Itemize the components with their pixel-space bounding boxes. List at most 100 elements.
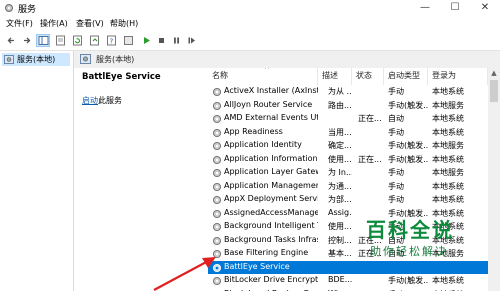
menu-help[interactable]: 帮助(H): [110, 18, 138, 29]
window-title: 服务: [18, 5, 37, 15]
help-icon[interactable]: ?: [104, 34, 118, 47]
menu-action[interactable]: 操作(A): [40, 18, 68, 29]
service-gear-icon: [212, 236, 222, 245]
service-name-cell: BitLocker Drive Encryptio...: [224, 275, 318, 284]
forward-icon[interactable]: [19, 34, 33, 47]
menu-file[interactable]: 文件(F): [6, 18, 33, 29]
scroll-up-icon[interactable]: ▲: [488, 68, 500, 78]
service-logon-cell: 本地系统: [432, 154, 464, 164]
selected-service-name: BattlEye Service: [82, 72, 161, 82]
toolbar: ?: [0, 32, 500, 51]
service-gear-icon: [212, 141, 222, 151]
pause-icon[interactable]: [169, 34, 183, 47]
service-row[interactable]: Application Information 使用... 正在... 手动(触发..…: [208, 153, 488, 167]
service-desc-cell: 控制...: [328, 235, 352, 245]
service-row[interactable]: AppX Deployment Servic... 为部... 手动 本地系统: [208, 193, 488, 207]
service-desc-cell: 路由...: [328, 100, 352, 110]
header-label: 服务(本地): [96, 55, 135, 64]
service-startup-cell: 手动(触发...: [388, 276, 428, 285]
service-logon-cell: 本地系统: [432, 276, 464, 285]
minimize-icon[interactable]: —: [410, 0, 440, 16]
service-gear-icon: [212, 101, 222, 110]
service-desc-cell: 当用...: [328, 127, 352, 137]
service-desc-cell: 为通...: [328, 181, 352, 191]
service-desc-cell: 为 In...: [328, 168, 352, 177]
stop-icon[interactable]: [154, 34, 168, 47]
service-gear-icon: [212, 87, 222, 97]
service-desc-cell: BDE...: [328, 275, 352, 284]
service-logon-cell: 本地系统: [432, 127, 464, 137]
service-row[interactable]: App Readiness 当用... 手动 本地系统: [208, 126, 488, 140]
title-bar: 服务 — ☐ ✕: [0, 0, 500, 16]
restart-icon[interactable]: [184, 34, 198, 47]
service-gear-icon: [212, 222, 222, 232]
start-service-link[interactable]: 启动: [82, 96, 98, 105]
scroll-thumb[interactable]: [490, 80, 498, 102]
service-logon-cell: 本地系统: [432, 114, 464, 123]
service-name-cell: Background Intelligent T...: [224, 221, 318, 230]
console-tree-icon[interactable]: [36, 34, 50, 47]
service-row[interactable]: AllJoyn Router Service 路由... 手动(触发... 本地服务: [208, 99, 488, 113]
service-name-cell: Application Information: [224, 153, 318, 163]
service-name-cell: ActiveX Installer (AxInstSV): [224, 86, 318, 95]
service-startup-cell: 自动: [388, 114, 404, 123]
service-name-cell: BattlEye Service: [224, 261, 290, 271]
service-gear-icon: [212, 195, 222, 205]
service-gear-icon: [212, 155, 222, 164]
service-row[interactable]: Application Management 为通... 手动 本地系统: [208, 180, 488, 194]
service-name-cell: Base Filtering Engine: [224, 248, 309, 257]
services-header: 服务(本地): [74, 51, 500, 69]
service-row[interactable]: BitLocker Drive Encryptio... BDE... 手动(触发.…: [208, 274, 488, 288]
service-desc-cell: 为部...: [328, 195, 352, 204]
watermark: 百科全说 助你轻松解决: [356, 214, 498, 270]
refresh-icon[interactable]: [70, 34, 84, 47]
service-startup-cell: 手动(触发...: [388, 100, 428, 110]
service-name-cell: AppX Deployment Servic...: [224, 194, 318, 203]
service-startup-cell: 手动: [388, 195, 404, 204]
service-logon-cell: 本地系统: [432, 195, 464, 204]
watermark-subtitle: 助你轻松解决: [370, 245, 448, 258]
column-header-logon-as[interactable]: 登录为: [428, 68, 488, 85]
services-app-icon: [5, 4, 13, 12]
service-gear-icon: [212, 168, 222, 178]
column-header-status[interactable]: 状态: [352, 68, 384, 85]
column-header-startup-type[interactable]: 启动类型: [384, 68, 428, 85]
properties-list-icon[interactable]: [121, 34, 135, 47]
service-gear-icon: [212, 209, 222, 218]
close-icon[interactable]: ✕: [470, 0, 500, 16]
service-name-cell: Application Identity: [224, 140, 302, 149]
start-service-suffix: 此服务: [98, 96, 122, 105]
service-startup-cell: 手动(触发...: [388, 141, 428, 150]
service-desc-cell: 为从 ...: [328, 87, 352, 96]
console-tree-panel: 服务(本地): [0, 51, 74, 291]
service-name-cell: Application Layer Gatewa...: [224, 167, 318, 176]
services-icon: [4, 55, 14, 64]
service-desc-cell: 使用...: [328, 222, 352, 231]
back-icon[interactable]: [4, 34, 18, 47]
watermark-title: 百科全说: [366, 218, 454, 242]
maximize-icon[interactable]: ☐: [440, 0, 470, 16]
properties-icon[interactable]: [53, 34, 67, 47]
start-service-line: 启动此服务: [82, 95, 122, 106]
tree-item-services-local[interactable]: 服务(本地): [2, 53, 70, 66]
service-desc-cell: Assig...: [328, 207, 352, 217]
service-row[interactable]: AMD External Events Utility 正在... 自动 本地系统: [208, 112, 488, 126]
service-row[interactable]: ActiveX Installer (AxInstSV) 为从 ... 手动 本地系统: [208, 85, 488, 99]
sort-ascending-icon: ^: [264, 68, 270, 74]
service-row[interactable]: Block Level Backup Engi...Win...手动本地系统: [208, 288, 488, 291]
service-startup-cell: 手动: [388, 127, 404, 137]
service-row[interactable]: Application Layer Gatewa... 为 In... 手动 本地服务: [208, 166, 488, 180]
service-name-cell: AssignedAccessManager...: [224, 207, 318, 217]
service-row[interactable]: Application Identity 确定... 手动(触发... 本地服务: [208, 139, 488, 153]
column-header-description[interactable]: 描述: [318, 68, 352, 85]
service-logon-cell: 本地服务: [432, 100, 464, 110]
play-icon[interactable]: [139, 34, 153, 47]
service-desc-cell: 基本...: [328, 249, 352, 258]
service-name-cell: App Readiness: [224, 126, 283, 136]
export-icon[interactable]: [87, 34, 101, 47]
service-gear-icon: [212, 114, 222, 124]
column-header-name[interactable]: 名称: [208, 68, 318, 85]
service-startup-cell: 手动: [388, 181, 404, 191]
menu-bar: 文件(F) 操作(A) 查看(V) 帮助(H): [0, 16, 500, 32]
menu-view[interactable]: 查看(V): [76, 18, 104, 29]
